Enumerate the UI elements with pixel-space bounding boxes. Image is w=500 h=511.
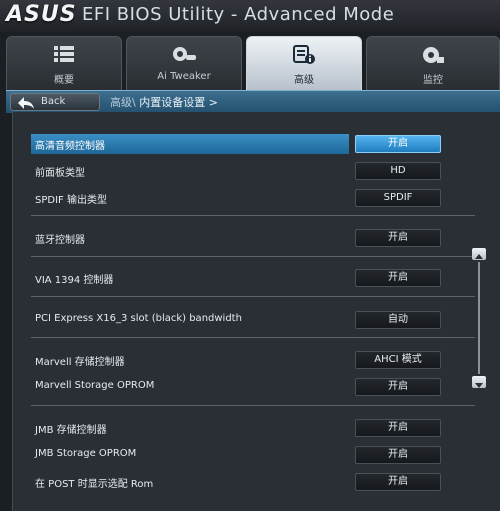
arrow-down-icon xyxy=(475,383,483,388)
setting-row-pcie-bandwidth[interactable]: PCI Express X16_3 slot (black) bandwidth… xyxy=(31,310,461,330)
setting-value-button[interactable]: 开启 xyxy=(355,473,441,491)
tweaker-icon xyxy=(127,45,241,67)
divider xyxy=(31,256,475,257)
setting-label: VIA 1394 控制器 xyxy=(35,275,114,286)
setting-label: 前面板类型 xyxy=(35,168,85,179)
setting-label: JMB Storage OPROM xyxy=(35,448,137,459)
title-bar: ASUS EFI BIOS Utility - Advanced Mode xyxy=(0,0,500,32)
tab-overview[interactable]: 概要 xyxy=(6,36,122,90)
setting-value-button[interactable]: 开启 xyxy=(355,135,441,153)
setting-value-button[interactable]: 自动 xyxy=(355,311,441,329)
list-icon xyxy=(7,45,121,67)
setting-label: Marvell 存储控制器 xyxy=(35,357,125,368)
setting-value-button[interactable]: 开启 xyxy=(355,378,441,396)
settings-panel: 高清音频控制器 开启 前面板类型 HD SPDIF 输出类型 SPDIF 蓝牙控… xyxy=(12,112,500,511)
back-label: Back xyxy=(41,96,66,107)
setting-label: SPDIF 输出类型 xyxy=(35,195,107,206)
scrollbar-track[interactable] xyxy=(478,262,480,374)
setting-value-button[interactable]: 开启 xyxy=(355,419,441,437)
app-title: EFI BIOS Utility - Advanced Mode xyxy=(82,4,395,25)
breadcrumb-current: 内置设备设置 > xyxy=(139,96,218,109)
setting-value-button[interactable]: HD xyxy=(355,162,441,180)
setting-label: 蓝牙控制器 xyxy=(35,235,85,246)
setting-value-button[interactable]: 开启 xyxy=(355,446,441,464)
monitor-icon xyxy=(367,45,499,69)
setting-label: 在 POST 时显示选配 Rom xyxy=(35,479,154,490)
divider xyxy=(31,337,475,338)
setting-row-post-option-rom[interactable]: 在 POST 时显示选配 Rom 开启 xyxy=(31,472,461,492)
scroll-down-button[interactable] xyxy=(472,376,486,388)
setting-label: PCI Express X16_3 slot (black) bandwidth xyxy=(35,313,242,324)
tab-label: 高级 xyxy=(294,75,314,86)
back-button[interactable]: Back xyxy=(10,93,100,111)
setting-value-button[interactable]: AHCI 模式 xyxy=(355,351,441,369)
tab-label: 监控 xyxy=(423,75,443,86)
setting-row-spdif[interactable]: SPDIF 输出类型 SPDIF xyxy=(31,188,461,208)
setting-label: Marvell Storage OPROM xyxy=(35,380,155,391)
breadcrumb: 高级\ 内置设备设置 > xyxy=(110,94,218,110)
divider xyxy=(31,215,475,216)
setting-label: 高清音频控制器 xyxy=(35,141,105,152)
setting-value-button[interactable]: SPDIF xyxy=(355,189,441,207)
setting-value-button[interactable]: 开启 xyxy=(355,269,441,287)
divider xyxy=(31,405,475,406)
breadcrumb-parent[interactable]: 高级\ xyxy=(110,96,136,109)
tab-advanced[interactable]: 高级 xyxy=(246,36,362,90)
setting-row-jmb-controller[interactable]: JMB 存储控制器 开启 xyxy=(31,418,461,438)
advanced-icon xyxy=(247,45,361,69)
setting-row-jmb-oprom[interactable]: JMB Storage OPROM 开启 xyxy=(31,445,461,465)
setting-row-via-1394[interactable]: VIA 1394 控制器 开启 xyxy=(31,268,461,288)
setting-row-bluetooth[interactable]: 蓝牙控制器 开启 xyxy=(31,228,461,248)
tab-label: 概要 xyxy=(54,75,74,86)
setting-value-button[interactable]: 开启 xyxy=(355,229,441,247)
asus-logo: ASUS xyxy=(6,2,77,27)
tab-label: Ai Tweaker xyxy=(157,71,211,82)
breadcrumb-bar: Back 高级\ 内置设备设置 > xyxy=(6,90,500,113)
setting-row-front-panel[interactable]: 前面板类型 HD xyxy=(31,161,461,181)
setting-row-marvell-controller[interactable]: Marvell 存储控制器 AHCI 模式 xyxy=(31,350,461,370)
setting-row-hd-audio[interactable]: 高清音频控制器 开启 xyxy=(31,134,461,154)
main-tabs: 概要 Ai Tweaker 高级 监控 xyxy=(0,36,500,90)
scroll-up-button[interactable] xyxy=(472,248,486,260)
tab-monitor[interactable]: 监控 xyxy=(366,36,500,90)
setting-row-marvell-oprom[interactable]: Marvell Storage OPROM 开启 xyxy=(31,377,461,397)
tab-ai-tweaker[interactable]: Ai Tweaker xyxy=(126,36,242,90)
divider xyxy=(31,296,475,297)
setting-label: JMB 存储控制器 xyxy=(35,425,107,436)
